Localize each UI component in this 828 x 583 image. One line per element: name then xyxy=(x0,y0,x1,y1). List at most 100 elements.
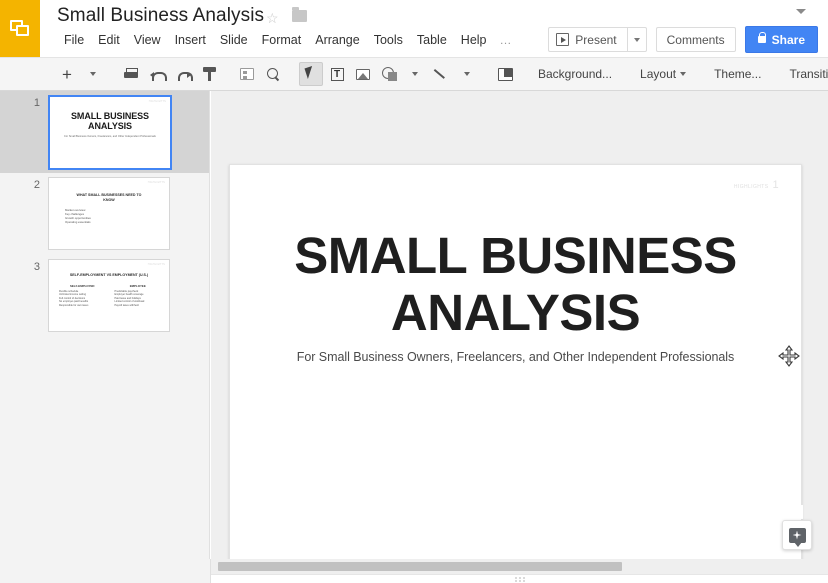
plus-icon: + xyxy=(62,66,72,83)
layout-preset-button[interactable] xyxy=(235,62,259,86)
undo-icon xyxy=(150,68,165,81)
thumb-column-right: EMPLOYEE Predictable paycheck Employer h… xyxy=(115,284,162,307)
explore-star-glyph xyxy=(793,531,802,540)
menu-help[interactable]: Help xyxy=(454,31,494,49)
speaker-notes-divider[interactable] xyxy=(211,574,828,583)
thumb-title: SMALL BUSINESS ANALYSIS xyxy=(57,111,163,131)
background-button[interactable]: Background... xyxy=(530,62,620,86)
horizontal-scrollbar-track[interactable] xyxy=(211,559,828,574)
menu-file[interactable]: File xyxy=(57,31,91,49)
thumb-watermark: HIGHLIGHTS xyxy=(148,181,165,184)
lock-icon xyxy=(758,36,766,43)
menu-arrange[interactable]: Arrange xyxy=(308,31,366,49)
print-icon xyxy=(124,68,138,81)
filmstrip-slide-1[interactable]: 1 HIGHLIGHTS SMALL BUSINESS ANALYSIS For… xyxy=(0,91,209,173)
chevron-down-icon xyxy=(90,72,96,76)
list-item: Operating essentials xyxy=(65,220,91,224)
paint-format-button[interactable] xyxy=(197,62,221,86)
insert-image-button[interactable] xyxy=(351,62,375,86)
thumb-title: WHAT SMALL BUSINESSES NEED TO KNOW xyxy=(71,193,147,202)
column-heading: EMPLOYEE xyxy=(115,284,162,288)
zoom-button[interactable] xyxy=(261,62,285,86)
slide-thumbnail[interactable]: HIGHLIGHTS SMALL BUSINESS ANALYSIS For S… xyxy=(48,95,172,170)
watermark-number: 1 xyxy=(772,179,779,191)
theme-button[interactable]: Theme... xyxy=(706,62,769,86)
star-icon[interactable]: ☆ xyxy=(266,10,279,27)
layout-button-label: Layout xyxy=(640,67,676,81)
active-slide-editor[interactable]: HIGHLIGHTS1 SMALL BUSINESS ANALYSIS For … xyxy=(229,164,802,559)
insert-line-button[interactable] xyxy=(429,62,453,86)
main-toolbar: + T Background... Layout Theme... xyxy=(0,57,828,91)
present-button[interactable]: Present xyxy=(548,27,626,52)
slide-filmstrip[interactable]: 1 HIGHLIGHTS SMALL BUSINESS ANALYSIS For… xyxy=(0,91,210,583)
account-chevron-down-icon[interactable] xyxy=(796,9,806,14)
google-slides-window: Small Business Analysis ☆ File Edit View… xyxy=(0,0,828,583)
chevron-down-icon xyxy=(464,72,470,76)
line-dropdown-button[interactable] xyxy=(455,62,479,86)
undo-button[interactable] xyxy=(145,62,169,86)
thumb-column-left: SELF-EMPLOYED Flexible schedule Unlimite… xyxy=(59,284,106,307)
layout-button[interactable]: Layout xyxy=(632,62,694,86)
shape-icon xyxy=(382,67,397,81)
app-header: Small Business Analysis ☆ File Edit View… xyxy=(0,0,828,57)
add-comment-button[interactable] xyxy=(493,62,517,86)
thumb-title: SELF-EMPLOYMENT VS EMPLOYMENT (U.S.) xyxy=(63,273,155,277)
speaker-notes-resize-handle[interactable] xyxy=(515,577,525,579)
transition-button[interactable]: Transition... xyxy=(781,62,828,86)
menu-slide[interactable]: Slide xyxy=(213,31,255,49)
google-slides-logo[interactable] xyxy=(0,0,40,57)
slide-render-artifact xyxy=(483,505,803,519)
slide-canvas-area[interactable]: HIGHLIGHTS1 SMALL BUSINESS ANALYSIS For … xyxy=(211,91,828,559)
thumb-watermark: HIGHLIGHTS xyxy=(148,263,165,266)
text-box-button[interactable]: T xyxy=(325,62,349,86)
select-arrow-icon xyxy=(305,67,317,81)
menu-table[interactable]: Table xyxy=(410,31,454,49)
slide-subtitle-textbox[interactable]: For Small Business Owners, Freelancers, … xyxy=(270,350,761,364)
slide-number: 2 xyxy=(0,177,48,192)
horizontal-scrollbar-thumb[interactable] xyxy=(218,562,622,571)
chevron-down-icon xyxy=(680,72,686,76)
slide-title-textbox[interactable]: SMALL BUSINESS ANALYSIS xyxy=(260,227,771,341)
share-button[interactable]: Share xyxy=(745,26,818,53)
slide-thumbnail[interactable]: HIGHLIGHTS SELF-EMPLOYMENT VS EMPLOYMENT… xyxy=(48,259,170,332)
menu-overflow[interactable]: … xyxy=(494,31,519,49)
chevron-down-icon xyxy=(412,72,418,76)
explore-button[interactable] xyxy=(782,520,812,550)
thumb-bullet-list: Market overview Key challenges Growth op… xyxy=(65,208,91,224)
document-title[interactable]: Small Business Analysis xyxy=(57,5,264,27)
explore-icon xyxy=(789,528,806,543)
redo-icon xyxy=(176,68,191,81)
new-slide-button[interactable]: + xyxy=(55,62,79,86)
move-cursor-icon xyxy=(778,345,800,367)
menu-edit[interactable]: Edit xyxy=(91,31,127,49)
shape-dropdown-button[interactable] xyxy=(403,62,427,86)
present-button-group: Present xyxy=(548,27,646,52)
present-dropdown-button[interactable] xyxy=(627,27,647,52)
layout-icon xyxy=(240,68,254,80)
filmstrip-footer xyxy=(0,559,211,583)
print-button[interactable] xyxy=(119,62,143,86)
paint-format-icon xyxy=(203,67,216,81)
slide-thumbnail[interactable]: HIGHLIGHTS WHAT SMALL BUSINESSES NEED TO… xyxy=(48,177,170,250)
menu-tools[interactable]: Tools xyxy=(367,31,410,49)
line-icon xyxy=(434,68,448,81)
select-tool-button[interactable] xyxy=(299,62,323,86)
filmstrip-slide-3[interactable]: 3 HIGHLIGHTS SELF-EMPLOYMENT VS EMPLOYME… xyxy=(0,255,209,337)
menu-view[interactable]: View xyxy=(127,31,168,49)
zoom-icon xyxy=(267,68,280,81)
share-label: Share xyxy=(772,33,805,47)
folder-icon[interactable] xyxy=(292,10,307,22)
menu-insert[interactable]: Insert xyxy=(168,31,213,49)
redo-button[interactable] xyxy=(171,62,195,86)
insert-shape-button[interactable] xyxy=(377,62,401,86)
image-icon xyxy=(356,69,370,80)
new-slide-dropdown-button[interactable] xyxy=(81,62,105,86)
filmstrip-slide-2[interactable]: 2 HIGHLIGHTS WHAT SMALL BUSINESSES NEED … xyxy=(0,173,209,255)
header-actions: Present Comments Share xyxy=(548,26,818,53)
slide-number: 1 xyxy=(0,95,48,110)
comments-button[interactable]: Comments xyxy=(656,27,736,52)
menu-format[interactable]: Format xyxy=(255,31,309,49)
thumb-two-columns: SELF-EMPLOYED Flexible schedule Unlimite… xyxy=(59,284,161,307)
present-label: Present xyxy=(575,33,616,47)
menu-bar: File Edit View Insert Slide Format Arran… xyxy=(57,31,519,49)
